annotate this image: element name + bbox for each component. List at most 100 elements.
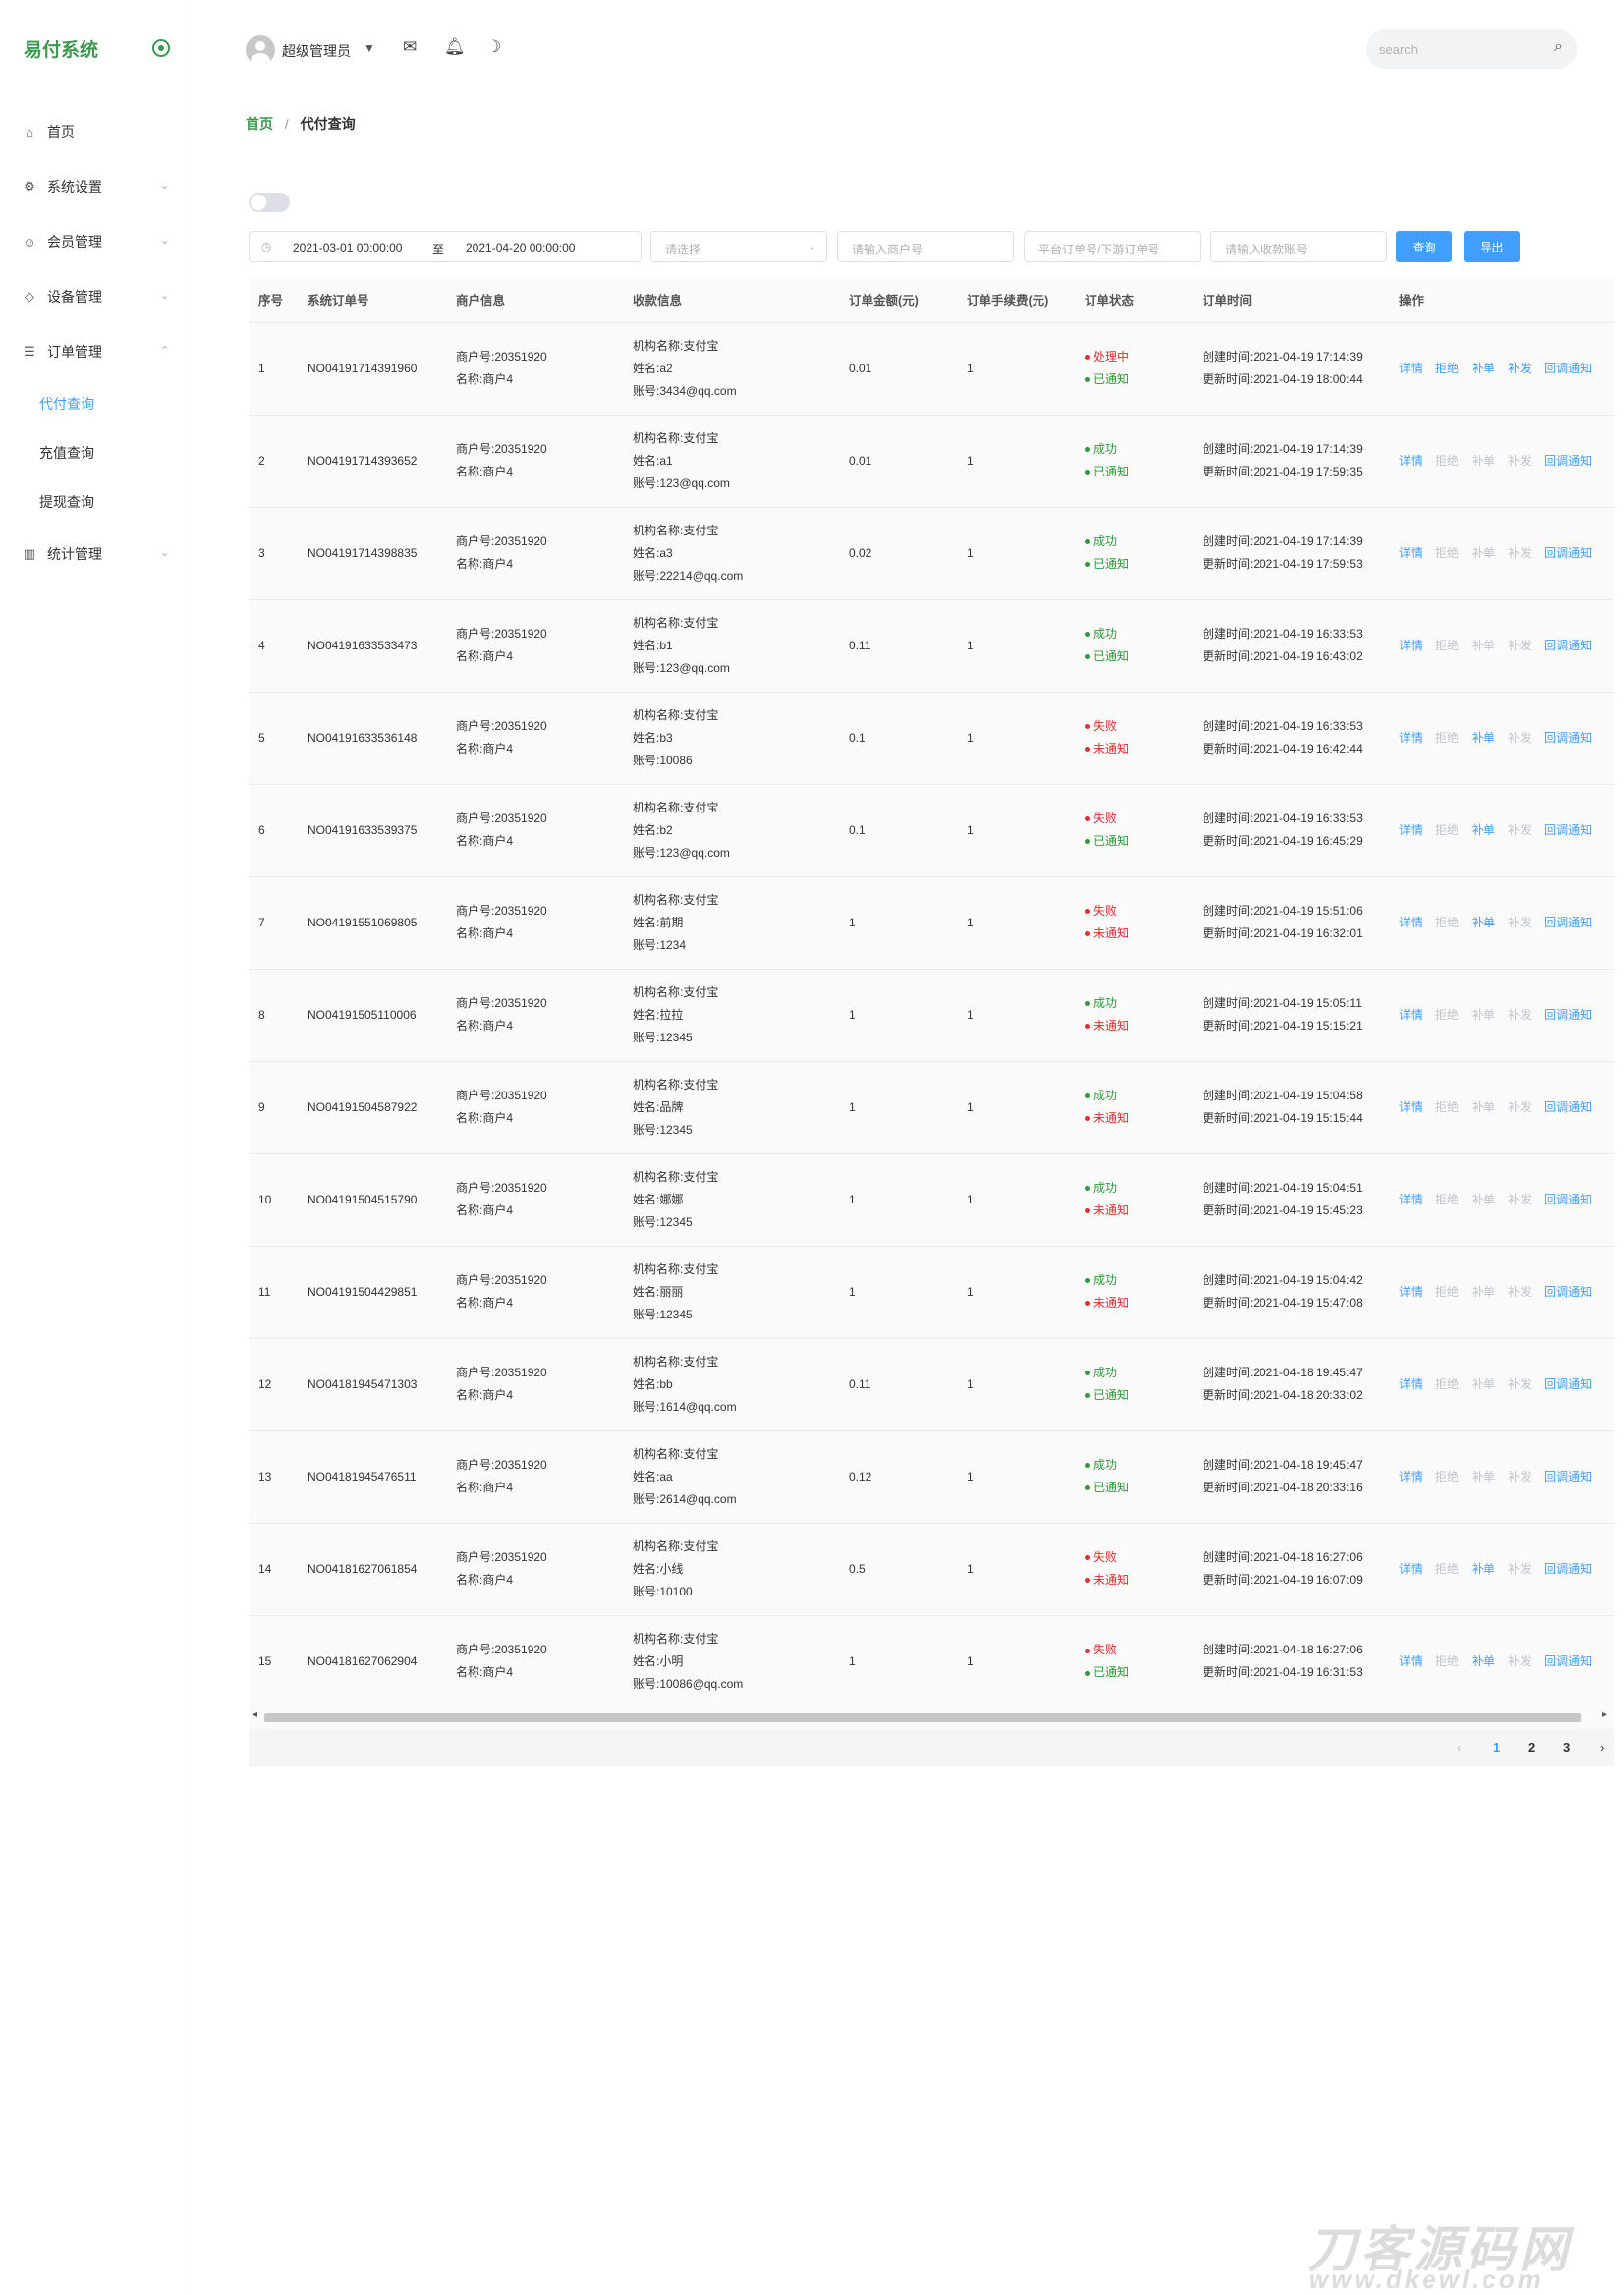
reject-button[interactable]: 拒绝	[1435, 1651, 1459, 1673]
page-3[interactable]: 3	[1563, 1740, 1570, 1755]
user-name[interactable]: 超级管理员	[282, 41, 351, 61]
resend-button[interactable]: 补发	[1508, 1558, 1532, 1581]
detail-button[interactable]: 详情	[1399, 1004, 1423, 1027]
resend-button[interactable]: 补发	[1508, 1004, 1532, 1027]
breadcrumb-home[interactable]: 首页	[246, 116, 273, 132]
search-input[interactable]	[1379, 39, 1537, 59]
detail-button[interactable]: 详情	[1399, 1096, 1423, 1119]
reject-button[interactable]: 拒绝	[1435, 358, 1459, 380]
bell-icon[interactable]: 🔔︎	[444, 37, 466, 57]
caret-down-icon[interactable]: ▼	[364, 41, 375, 55]
reject-button[interactable]: 拒绝	[1435, 1189, 1459, 1211]
resend-button[interactable]: 补发	[1508, 1281, 1532, 1304]
callback-button[interactable]: 回调通知	[1544, 727, 1592, 750]
scroll-left-icon[interactable]: ◂	[252, 1709, 257, 1720]
reject-button[interactable]: 拒绝	[1435, 1558, 1459, 1581]
callback-button[interactable]: 回调通知	[1544, 1189, 1592, 1211]
resend-button[interactable]: 补发	[1508, 450, 1532, 473]
callback-button[interactable]: 回调通知	[1544, 819, 1592, 842]
callback-button[interactable]: 回调通知	[1544, 1373, 1592, 1396]
detail-button[interactable]: 详情	[1399, 542, 1423, 565]
callback-button[interactable]: 回调通知	[1544, 1466, 1592, 1488]
status-select[interactable]: 请选择 ⌄	[650, 231, 827, 262]
detail-button[interactable]: 详情	[1399, 1189, 1423, 1211]
sidebar-subitem-withdraw-query[interactable]: 提现查询	[0, 477, 196, 527]
reject-button[interactable]: 拒绝	[1435, 635, 1459, 657]
callback-button[interactable]: 回调通知	[1544, 1558, 1592, 1581]
sidebar-item-statistics[interactable]: ▥ 统计管理 ⌄	[0, 527, 196, 582]
supplement-button[interactable]: 补单	[1472, 912, 1495, 934]
callback-button[interactable]: 回调通知	[1544, 1651, 1592, 1673]
supplement-button[interactable]: 补单	[1472, 1651, 1495, 1673]
supplement-button[interactable]: 补单	[1472, 1096, 1495, 1119]
detail-button[interactable]: 详情	[1399, 912, 1423, 934]
date-start[interactable]: 2021-03-01 00:00:00	[293, 241, 402, 254]
reject-button[interactable]: 拒绝	[1435, 1004, 1459, 1027]
supplement-button[interactable]: 补单	[1472, 1004, 1495, 1027]
detail-button[interactable]: 详情	[1399, 1373, 1423, 1396]
sidebar-item-home[interactable]: ⌂ 首页	[0, 104, 196, 159]
scroll-right-icon[interactable]: ▸	[1602, 1709, 1607, 1720]
callback-button[interactable]: 回调通知	[1544, 635, 1592, 657]
detail-button[interactable]: 详情	[1399, 1651, 1423, 1673]
supplement-button[interactable]: 补单	[1472, 635, 1495, 657]
supplement-button[interactable]: 补单	[1472, 1558, 1495, 1581]
callback-button[interactable]: 回调通知	[1544, 912, 1592, 934]
query-button[interactable]: 查询	[1396, 231, 1452, 262]
reject-button[interactable]: 拒绝	[1435, 450, 1459, 473]
detail-button[interactable]: 详情	[1399, 358, 1423, 380]
detail-button[interactable]: 详情	[1399, 819, 1423, 842]
resend-button[interactable]: 补发	[1508, 1096, 1532, 1119]
reject-button[interactable]: 拒绝	[1435, 1466, 1459, 1488]
reject-button[interactable]: 拒绝	[1435, 542, 1459, 565]
supplement-button[interactable]: 补单	[1472, 1189, 1495, 1211]
detail-button[interactable]: 详情	[1399, 635, 1423, 657]
reject-button[interactable]: 拒绝	[1435, 819, 1459, 842]
detail-button[interactable]: 详情	[1399, 1466, 1423, 1488]
resend-button[interactable]: 补发	[1508, 1466, 1532, 1488]
supplement-button[interactable]: 补单	[1472, 1373, 1495, 1396]
sidebar-subitem-recharge-query[interactable]: 充值查询	[0, 428, 196, 477]
order-number-input[interactable]: 平台订单号/下游订单号	[1024, 231, 1201, 262]
resend-button[interactable]: 补发	[1508, 1189, 1532, 1211]
supplement-button[interactable]: 补单	[1472, 450, 1495, 473]
supplement-button[interactable]: 补单	[1472, 542, 1495, 565]
sidebar-item-orders[interactable]: ☰ 订单管理 ⌃	[0, 324, 196, 379]
export-button[interactable]: 导出	[1464, 231, 1520, 262]
resend-button[interactable]: 补发	[1508, 912, 1532, 934]
mail-icon[interactable]: ✉	[403, 37, 417, 57]
callback-button[interactable]: 回调通知	[1544, 1096, 1592, 1119]
date-end[interactable]: 2021-04-20 00:00:00	[466, 241, 575, 254]
resend-button[interactable]: 补发	[1508, 358, 1532, 380]
prev-page-icon[interactable]: ‹	[1457, 1740, 1461, 1755]
supplement-button[interactable]: 补单	[1472, 819, 1495, 842]
supplement-button[interactable]: 补单	[1472, 1281, 1495, 1304]
reject-button[interactable]: 拒绝	[1435, 1373, 1459, 1396]
resend-button[interactable]: 补发	[1508, 1651, 1532, 1673]
detail-button[interactable]: 详情	[1399, 727, 1423, 750]
callback-button[interactable]: 回调通知	[1544, 450, 1592, 473]
search-icon[interactable]: ⌕	[1554, 38, 1563, 56]
resend-button[interactable]: 补发	[1508, 819, 1532, 842]
reject-button[interactable]: 拒绝	[1435, 727, 1459, 750]
date-range-picker[interactable]: ◷ 2021-03-01 00:00:00 至 2021-04-20 00:00…	[249, 231, 642, 262]
avatar[interactable]	[246, 35, 275, 65]
reject-button[interactable]: 拒绝	[1435, 1096, 1459, 1119]
supplement-button[interactable]: 补单	[1472, 727, 1495, 750]
scrollbar-thumb[interactable]	[264, 1713, 1581, 1722]
callback-button[interactable]: 回调通知	[1544, 1004, 1592, 1027]
next-page-icon[interactable]: ›	[1600, 1740, 1604, 1755]
supplement-button[interactable]: 补单	[1472, 358, 1495, 380]
supplement-button[interactable]: 补单	[1472, 1466, 1495, 1488]
page-2[interactable]: 2	[1528, 1740, 1535, 1755]
detail-button[interactable]: 详情	[1399, 450, 1423, 473]
resend-button[interactable]: 补发	[1508, 635, 1532, 657]
sidebar-item-system-settings[interactable]: ⚙ 系统设置 ⌄	[0, 159, 196, 214]
detail-button[interactable]: 详情	[1399, 1281, 1423, 1304]
sidebar-item-members[interactable]: ☺ 会员管理 ⌄	[0, 214, 196, 269]
page-1[interactable]: 1	[1493, 1740, 1500, 1755]
sidebar-item-devices[interactable]: ◇ 设备管理 ⌄	[0, 269, 196, 324]
merchant-input[interactable]: 请输入商户号	[837, 231, 1014, 262]
callback-button[interactable]: 回调通知	[1544, 542, 1592, 565]
account-input[interactable]: 请输入收款账号	[1210, 231, 1387, 262]
